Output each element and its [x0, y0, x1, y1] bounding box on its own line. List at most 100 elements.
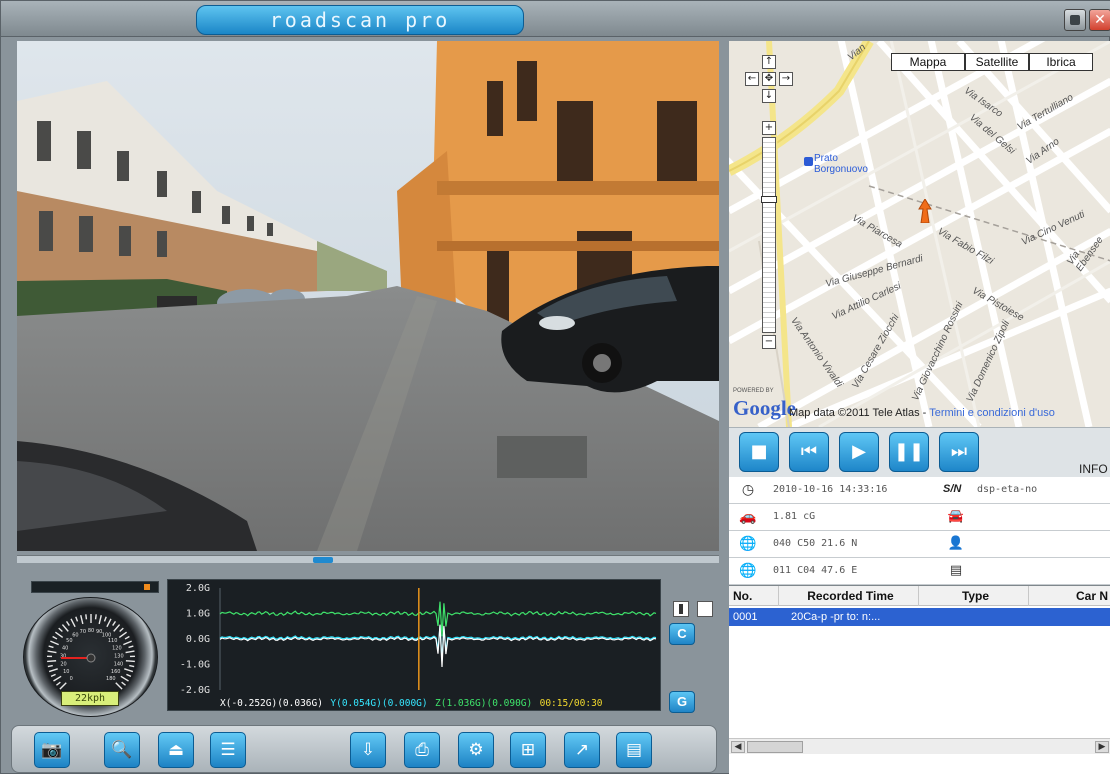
export-icon: ↗	[574, 740, 590, 760]
column-header-recorded-time[interactable]: Recorded Time	[779, 586, 919, 606]
video-viewport[interactable]	[17, 41, 719, 551]
magnifier-icon: 🔍	[111, 740, 133, 760]
gauge-tick	[80, 615, 84, 625]
zoom-slider-thumb[interactable]	[761, 196, 777, 203]
skip-back-icon: ⏮	[800, 441, 818, 462]
gauge-tick	[56, 681, 61, 686]
gauge-tick	[61, 624, 69, 632]
pause-button[interactable]: ❚❚	[889, 432, 929, 472]
gauge-tick-label: 10	[63, 669, 69, 675]
map-type-hybrid[interactable]: Ibrica	[1029, 53, 1093, 71]
gauge-tick	[125, 650, 135, 654]
pan-center-icon[interactable]: ✥	[762, 72, 776, 86]
longitude-value: 011 C04 47.6 E	[773, 565, 858, 576]
scroll-right-icon[interactable]: ▶	[1095, 741, 1109, 753]
pan-up-icon[interactable]: ↑	[762, 55, 776, 69]
gauge-tick	[53, 675, 62, 682]
gauge-tick-label: 60	[72, 633, 78, 639]
gauge-tick	[75, 616, 79, 622]
event-table: No. Recorded Time Type Car N 0001 20Ca-p…	[729, 585, 1110, 774]
zoom-out-icon[interactable]: −	[762, 335, 776, 349]
scroll-left-icon[interactable]: ◀	[731, 741, 745, 753]
gauge-tick-label: 20	[60, 661, 66, 667]
gauge-tick	[48, 645, 54, 649]
cell-type	[919, 608, 1029, 626]
gauge-header-bar	[31, 581, 159, 593]
gauge-tick	[47, 664, 53, 668]
gauge-tick-label: 70	[80, 629, 86, 635]
gsensor-chart: 2.0G 1.0G 0.0G -1.0G -2.0G X(-0.252G)(0.036G)…	[167, 579, 661, 711]
gauge-tick	[50, 640, 59, 646]
gauge-tick	[47, 660, 57, 663]
zoom-button[interactable]: 🔍	[104, 732, 140, 768]
gauge-tick	[70, 618, 76, 628]
datetime-value: 2010-10-16 14:33:16	[773, 484, 888, 495]
globe-icon: 🌐	[739, 563, 757, 579]
map-type-satellite[interactable]: Satellite	[965, 53, 1029, 71]
driver-icon: 👤	[947, 536, 965, 551]
minimize-button[interactable]	[1064, 9, 1086, 31]
latitude-value: 040 C50 21.6 N	[773, 538, 858, 549]
column-header-car[interactable]: Car N	[1029, 586, 1110, 606]
gauge-tick-label: 120	[112, 645, 122, 651]
gauge-tick-label: 140	[114, 661, 124, 667]
y-readout: Y(0.054G)(0.000G)	[330, 698, 427, 709]
notes-icon: ▤	[625, 740, 643, 760]
multi-view-button[interactable]: ⊞	[510, 732, 546, 768]
pan-down-icon[interactable]: ↓	[762, 89, 776, 103]
info-label: INFO	[1079, 462, 1108, 476]
toggle-right-box[interactable]	[697, 601, 713, 617]
prev-button[interactable]: ⏮	[789, 432, 829, 472]
next-button[interactable]: ⏭	[939, 432, 979, 472]
bottom-toolbar: 📷 🔍 ⏏ ☰ ⇩ ⎙ ⚙ ⊞ ↗ ▤	[11, 725, 717, 773]
eject-icon: ⏏	[167, 740, 185, 760]
gsensor-plot: 2.0G 1.0G 0.0G -1.0G -2.0G X(-0.252G)(0.036G)…	[180, 583, 657, 709]
terms-link[interactable]: Termini e condizioni d'uso	[929, 407, 1055, 419]
car-speed-icon: 🚗	[739, 509, 757, 525]
table-row[interactable]: 0001 20Ca-p -pr to: n:...	[729, 608, 1110, 626]
playlist-button[interactable]: ☰	[210, 732, 246, 768]
serial-number-value: dsp-eta-no	[977, 484, 1038, 495]
zoom-slider[interactable]	[761, 137, 777, 333]
gauge-tick-label: 110	[108, 638, 118, 644]
column-header-no[interactable]: No.	[729, 586, 779, 606]
notes-button[interactable]: ▤	[616, 732, 652, 768]
gauge-tick	[120, 675, 129, 682]
cell-no: 0001	[733, 611, 758, 623]
time-readout: 00:15/00:30	[540, 698, 603, 709]
timeline-thumb[interactable]	[313, 557, 333, 563]
calibrate-button[interactable]: C	[669, 623, 695, 645]
gauge-tick	[52, 635, 58, 640]
scrollbar-thumb[interactable]	[747, 741, 803, 753]
snapshot-button[interactable]: 📷	[34, 732, 70, 768]
gauge-tick	[59, 682, 67, 690]
stop-button[interactable]: ■	[739, 432, 779, 472]
needle-hub	[86, 653, 96, 663]
toggle-left-box[interactable]	[673, 601, 689, 617]
gauge-tick	[48, 668, 58, 673]
zoom-in-icon[interactable]: +	[762, 121, 776, 135]
info-row-datetime: ◷ 2010-10-16 14:33:16 S/N dsp-eta-no	[729, 477, 1110, 504]
list-icon: ☰	[220, 740, 236, 760]
gauge-tick	[50, 673, 56, 678]
print-button[interactable]: ⎙	[404, 732, 440, 768]
gauge-tick	[47, 650, 57, 654]
horizontal-scrollbar[interactable]: ◀ ▶	[729, 738, 1110, 754]
settings-button[interactable]: ⚙	[458, 732, 494, 768]
download-button[interactable]: ⇩	[350, 732, 386, 768]
pan-left-icon[interactable]: ←	[745, 72, 759, 86]
map-type-map[interactable]: Mappa	[891, 53, 965, 71]
pan-right-icon[interactable]: →	[779, 72, 793, 86]
play-button[interactable]: ▶	[839, 432, 879, 472]
column-header-type[interactable]: Type	[919, 586, 1029, 606]
serial-number-label: S/N	[943, 483, 962, 495]
eject-button[interactable]: ⏏	[158, 732, 194, 768]
export-button[interactable]: ↗	[564, 732, 600, 768]
y-tick-label: -1.0G	[180, 660, 210, 671]
playback-controls: ■ ⏮ ▶ ❚❚ ⏭ INFO	[729, 427, 1110, 477]
gsensor-button[interactable]: G	[669, 691, 695, 713]
map-panel[interactable]: Mappa Satellite Ibrica ↑ ← ✥ → ↓ + − Pra…	[729, 41, 1110, 427]
video-timeline[interactable]	[17, 555, 719, 563]
title-bar: roadscan pro ✕	[1, 1, 1110, 37]
close-button[interactable]: ✕	[1089, 9, 1110, 31]
